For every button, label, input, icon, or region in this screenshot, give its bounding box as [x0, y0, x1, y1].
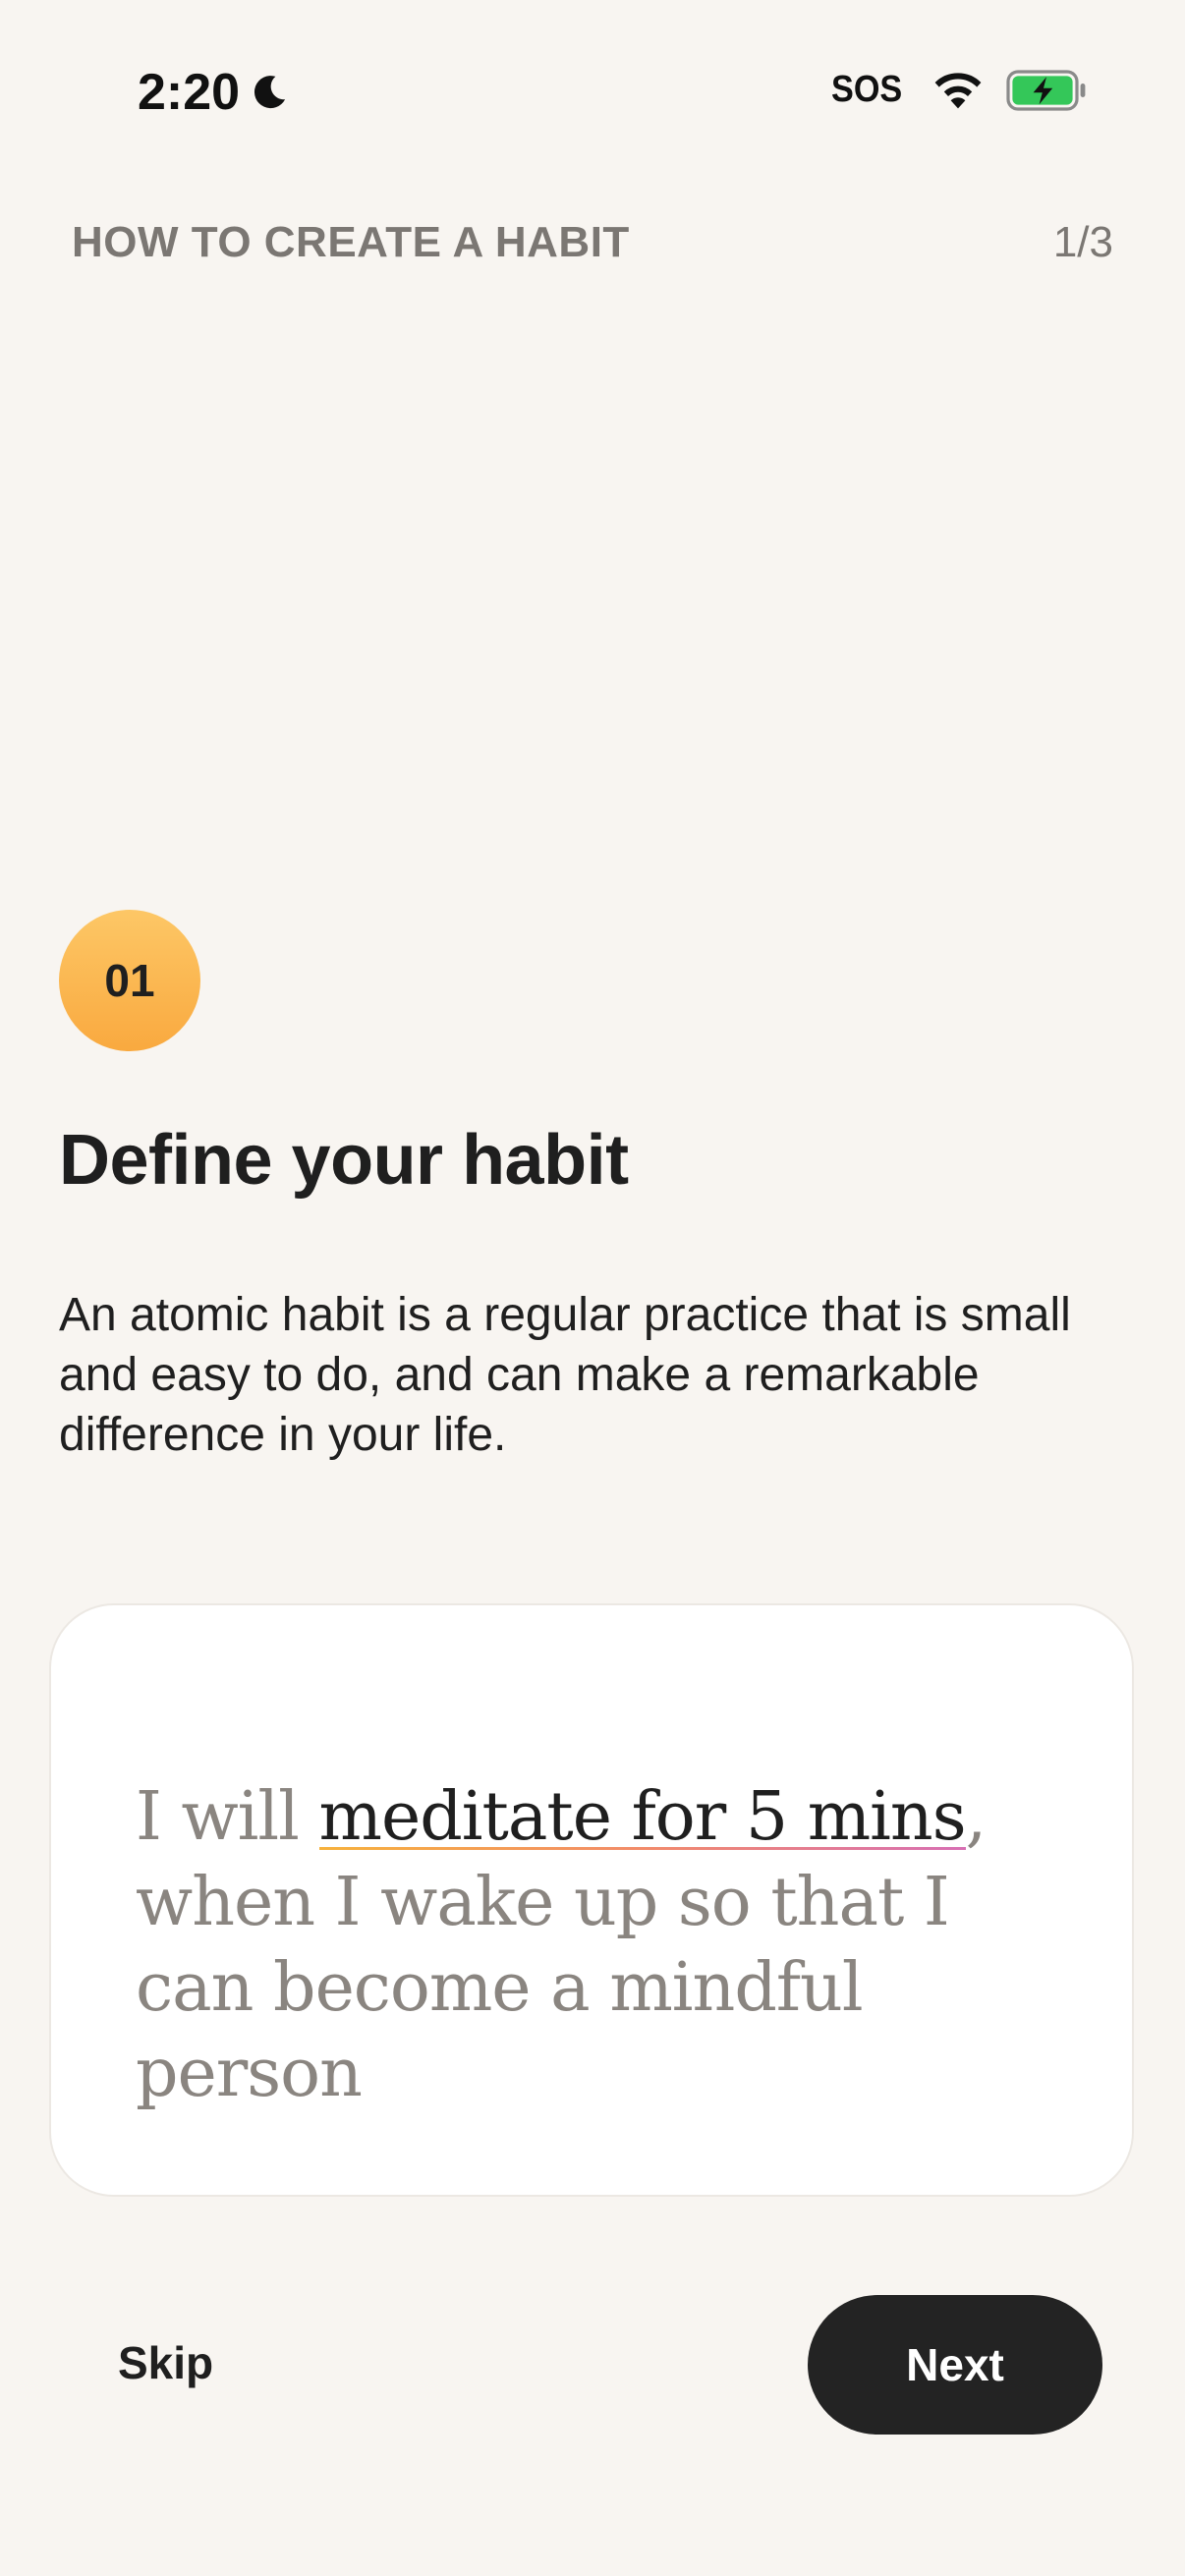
status-icons: SOS — [827, 69, 1087, 111]
example-action-highlight: meditate for 5 mins — [318, 1778, 967, 1856]
step-title: Define your habit — [59, 1121, 629, 1200]
status-time: 2:20 — [138, 63, 291, 122]
habit-example-text: I will meditate for 5 mins, when I wake … — [136, 1774, 1079, 2116]
status-time-text: 2:20 — [138, 64, 241, 121]
wifi-icon — [934, 72, 982, 108]
battery-charging-icon — [1006, 69, 1086, 111]
sos-label: SOS — [830, 69, 902, 110]
habit-example-card: I will meditate for 5 mins, when I wake … — [49, 1603, 1134, 2197]
step-number-badge: 01 — [59, 910, 200, 1051]
onboarding-title: HOW TO CREATE A HABIT — [72, 218, 630, 266]
moon-icon — [254, 76, 286, 109]
skip-button[interactable]: Skip — [118, 2336, 213, 2389]
next-button[interactable]: Next — [808, 2295, 1102, 2435]
step-progress: 1/3 — [1052, 218, 1113, 266]
status-bar: 2:20 SOS — [0, 0, 1185, 196]
example-prefix: I will — [136, 1778, 319, 1856]
step-description: An atomic habit is a regular practice th… — [59, 1289, 1071, 1461]
